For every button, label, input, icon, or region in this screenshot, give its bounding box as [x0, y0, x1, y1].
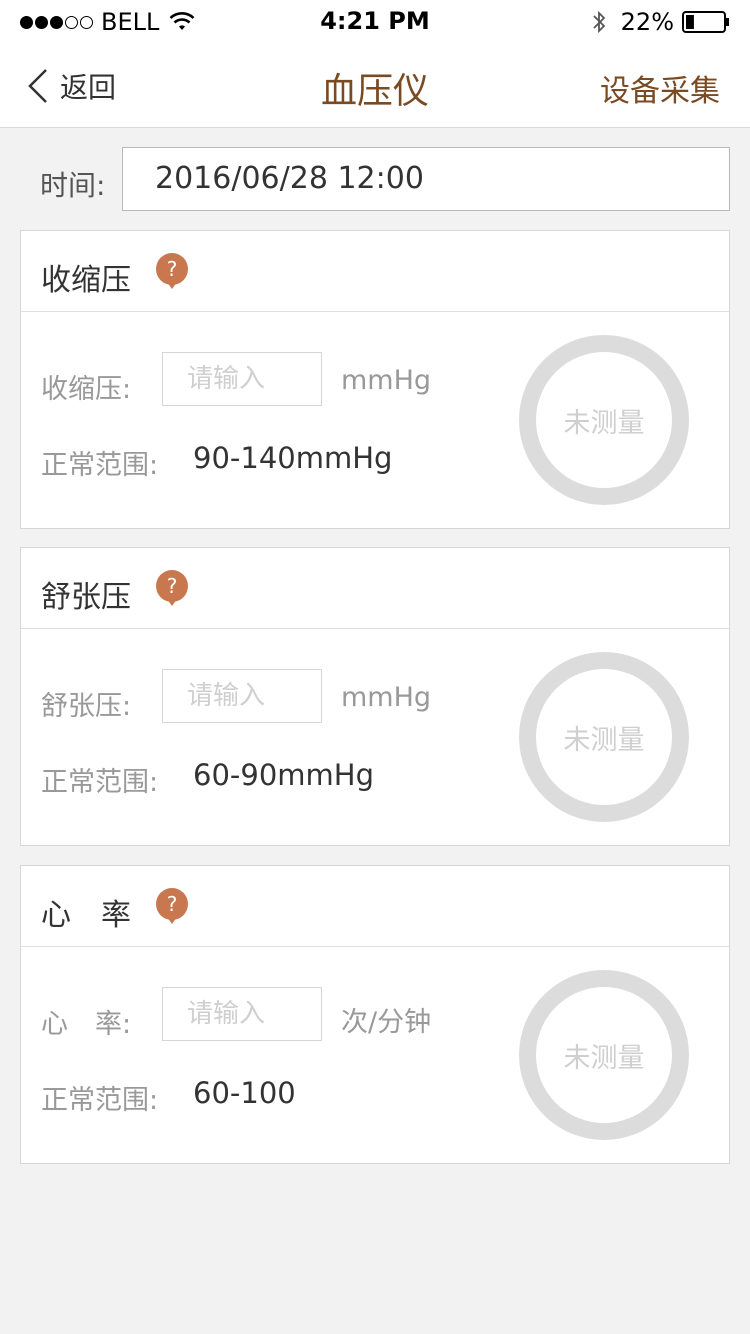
- measurement-status-ring: 未测量: [519, 970, 689, 1140]
- range-label: 正常范围:: [41, 1085, 159, 1116]
- unit-label: mmHg: [341, 365, 432, 396]
- diastolic-card: 舒张压 ? 舒张压: mmHg 正常范围: 60-90mmHg 未测量: [20, 547, 730, 846]
- range-label: 正常范围:: [41, 767, 159, 798]
- range-value: 60-100: [193, 1076, 296, 1110]
- status-text: 未测量: [563, 724, 645, 756]
- card-header: 舒张压 ?: [21, 548, 729, 629]
- diastolic-input[interactable]: [162, 669, 322, 723]
- nav-bar: 返回 血压仪 设备采集: [0, 42, 750, 128]
- range-label: 正常范围:: [41, 450, 159, 481]
- measurement-status-ring: 未测量: [519, 652, 689, 822]
- unit-label: mmHg: [341, 682, 432, 713]
- time-picker-field[interactable]: 2016/06/28 12:00: [122, 147, 730, 211]
- time-row: 时间: 2016/06/28 12:00: [0, 128, 750, 230]
- bluetooth-icon: [593, 10, 605, 34]
- range-value: 60-90mmHg: [193, 758, 374, 792]
- heart-rate-label: 心 率:: [41, 1009, 132, 1040]
- status-text: 未测量: [563, 1042, 645, 1074]
- help-icon[interactable]: ?: [155, 570, 189, 608]
- battery-icon: [682, 11, 729, 33]
- measurement-status-ring: 未测量: [519, 335, 689, 505]
- card-header: 心 率 ?: [21, 866, 729, 947]
- svg-text:?: ?: [167, 892, 178, 916]
- systolic-label: 收缩压:: [41, 374, 132, 405]
- systolic-card: 收缩压 ? 收缩压: mmHg 正常范围: 90-140mmHg 未测量: [20, 230, 730, 529]
- range-value: 90-140mmHg: [193, 441, 393, 475]
- help-icon[interactable]: ?: [155, 253, 189, 291]
- unit-label: 次/分钟: [341, 1007, 432, 1038]
- card-header: 收缩压 ?: [21, 231, 729, 312]
- heart-rate-input[interactable]: [162, 987, 322, 1041]
- device-collect-button[interactable]: 设备采集: [600, 66, 720, 110]
- time-label: 时间:: [40, 169, 106, 202]
- status-text: 未测量: [563, 407, 645, 439]
- diastolic-label: 舒张压:: [41, 691, 132, 722]
- page: BELL 4:21 PM 22% 返回 血压仪 设备采集 时间: 2016/06…: [0, 0, 750, 1334]
- card-title: 收缩压: [41, 263, 131, 298]
- systolic-input[interactable]: [162, 352, 322, 406]
- svg-text:?: ?: [167, 257, 178, 281]
- card-title: 舒张压: [41, 580, 131, 615]
- battery-percent: 22%: [620, 8, 674, 36]
- status-right: 22%: [591, 8, 730, 36]
- svg-text:?: ?: [167, 574, 178, 598]
- heart-rate-card: 心 率 ? 心 率: 次/分钟 正常范围: 60-100 未测量: [20, 865, 730, 1164]
- status-bar: BELL 4:21 PM 22%: [0, 0, 750, 42]
- card-title: 心 率: [41, 898, 131, 933]
- help-icon[interactable]: ?: [155, 888, 189, 926]
